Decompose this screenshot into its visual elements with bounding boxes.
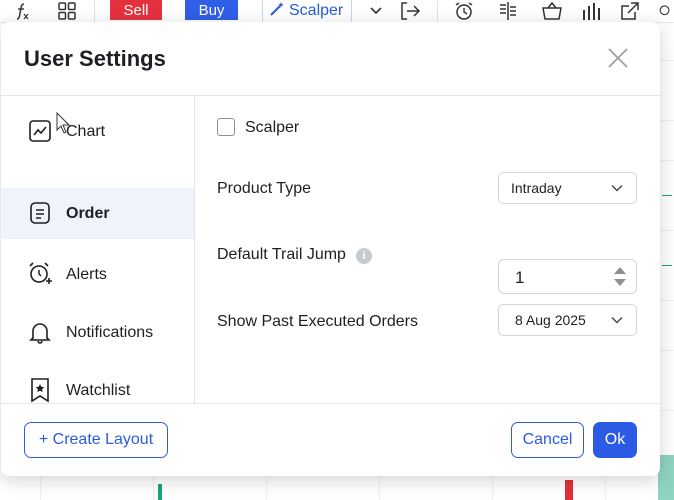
dialog-header: User Settings: [1, 22, 660, 96]
external-link-icon[interactable]: [618, 0, 642, 22]
sidebar-item-chart[interactable]: Chart: [1, 106, 194, 157]
buy-button[interactable]: Buy: [185, 0, 238, 20]
user-settings-dialog: User Settings Chart Order Alerts Notific…: [1, 22, 660, 476]
past-orders-date-value: 8 Aug 2025: [515, 312, 586, 328]
cancel-button[interactable]: Cancel: [511, 422, 584, 458]
sidebar-item-alerts[interactable]: Alerts: [1, 249, 194, 300]
scalper-tab-label: Scalper: [289, 2, 344, 19]
sidebar-item-order[interactable]: Order: [1, 188, 194, 239]
bar-chart-icon[interactable]: [580, 0, 604, 22]
chart-icon: [27, 118, 53, 144]
bookmark-star-icon: [27, 377, 53, 403]
ladder-icon[interactable]: [496, 0, 520, 22]
chart-gridline: [660, 300, 674, 301]
alarm-icon[interactable]: [452, 0, 476, 22]
scalper-wand-icon: [269, 1, 285, 22]
toolbar-divider: [437, 0, 438, 22]
dialog-title: User Settings: [24, 46, 166, 71]
chart-gridline: [660, 410, 674, 411]
increment-arrow-icon[interactable]: [614, 267, 626, 274]
sidebar-item-label: Chart: [66, 122, 106, 140]
settings-sidebar: Chart Order Alerts Notifications Watchli…: [1, 96, 195, 403]
info-icon[interactable]: i: [356, 248, 372, 264]
create-layout-button[interactable]: + Create Layout: [24, 422, 168, 458]
chart-gridline: [660, 230, 674, 231]
sidebar-item-label: Notifications: [66, 323, 154, 341]
alarm-add-icon: [27, 261, 53, 287]
chart-price-tick: [662, 195, 672, 196]
top-toolbar: Sell Buy Scalper: [0, 0, 674, 23]
sidebar-item-label: Order: [66, 204, 110, 222]
scalper-tab[interactable]: Scalper: [262, 0, 352, 22]
scalper-checkbox[interactable]: [217, 118, 235, 136]
product-type-value: Intraday: [511, 180, 562, 196]
sidebar-item-label: Watchlist: [66, 381, 131, 399]
exit-icon[interactable]: [398, 0, 422, 22]
ok-button[interactable]: Ok: [593, 422, 637, 458]
dialog-footer: + Create Layout Cancel Ok: [1, 403, 660, 477]
chart-price-tick: [662, 265, 672, 266]
grid-icon[interactable]: [56, 0, 78, 22]
function-icon[interactable]: [10, 0, 34, 22]
search-icon[interactable]: [658, 0, 674, 22]
order-icon: [27, 200, 53, 226]
chevron-down-icon: [611, 185, 623, 192]
sidebar-item-notifications[interactable]: Notifications: [1, 307, 194, 358]
basket-icon[interactable]: [540, 0, 564, 22]
chart-gridline: [660, 350, 674, 351]
chart-gridline: [660, 160, 674, 161]
mouse-cursor-icon: [56, 111, 71, 139]
product-type-select[interactable]: Intraday: [498, 172, 637, 204]
trail-jump-value: 1: [515, 268, 525, 287]
past-orders-label: Show Past Executed Orders: [217, 313, 418, 330]
chart-gridline: [660, 120, 674, 121]
chart-candle: [658, 455, 674, 500]
trail-jump-label: Default Trail Jump: [217, 246, 346, 263]
chevron-down-icon: [611, 317, 623, 324]
toolbar-divider: [94, 0, 95, 22]
chart-candle: [565, 480, 573, 500]
bell-icon: [27, 319, 53, 345]
decrement-arrow-icon[interactable]: [614, 279, 626, 286]
sell-button[interactable]: Sell: [110, 0, 162, 20]
trail-jump-stepper[interactable]: 1: [498, 259, 637, 294]
chart-gridline: [660, 60, 674, 61]
close-icon[interactable]: [605, 45, 631, 71]
past-orders-date-select[interactable]: 8 Aug 2025: [498, 304, 637, 336]
scalper-checkbox-label: Scalper: [245, 119, 300, 136]
chevron-down-icon[interactable]: [365, 0, 387, 22]
product-type-label: Product Type: [217, 180, 311, 197]
sidebar-item-label: Alerts: [66, 265, 107, 283]
chart-candle: [158, 484, 162, 500]
order-settings-panel: Scalper Product Type Intraday Default Tr…: [195, 96, 660, 403]
